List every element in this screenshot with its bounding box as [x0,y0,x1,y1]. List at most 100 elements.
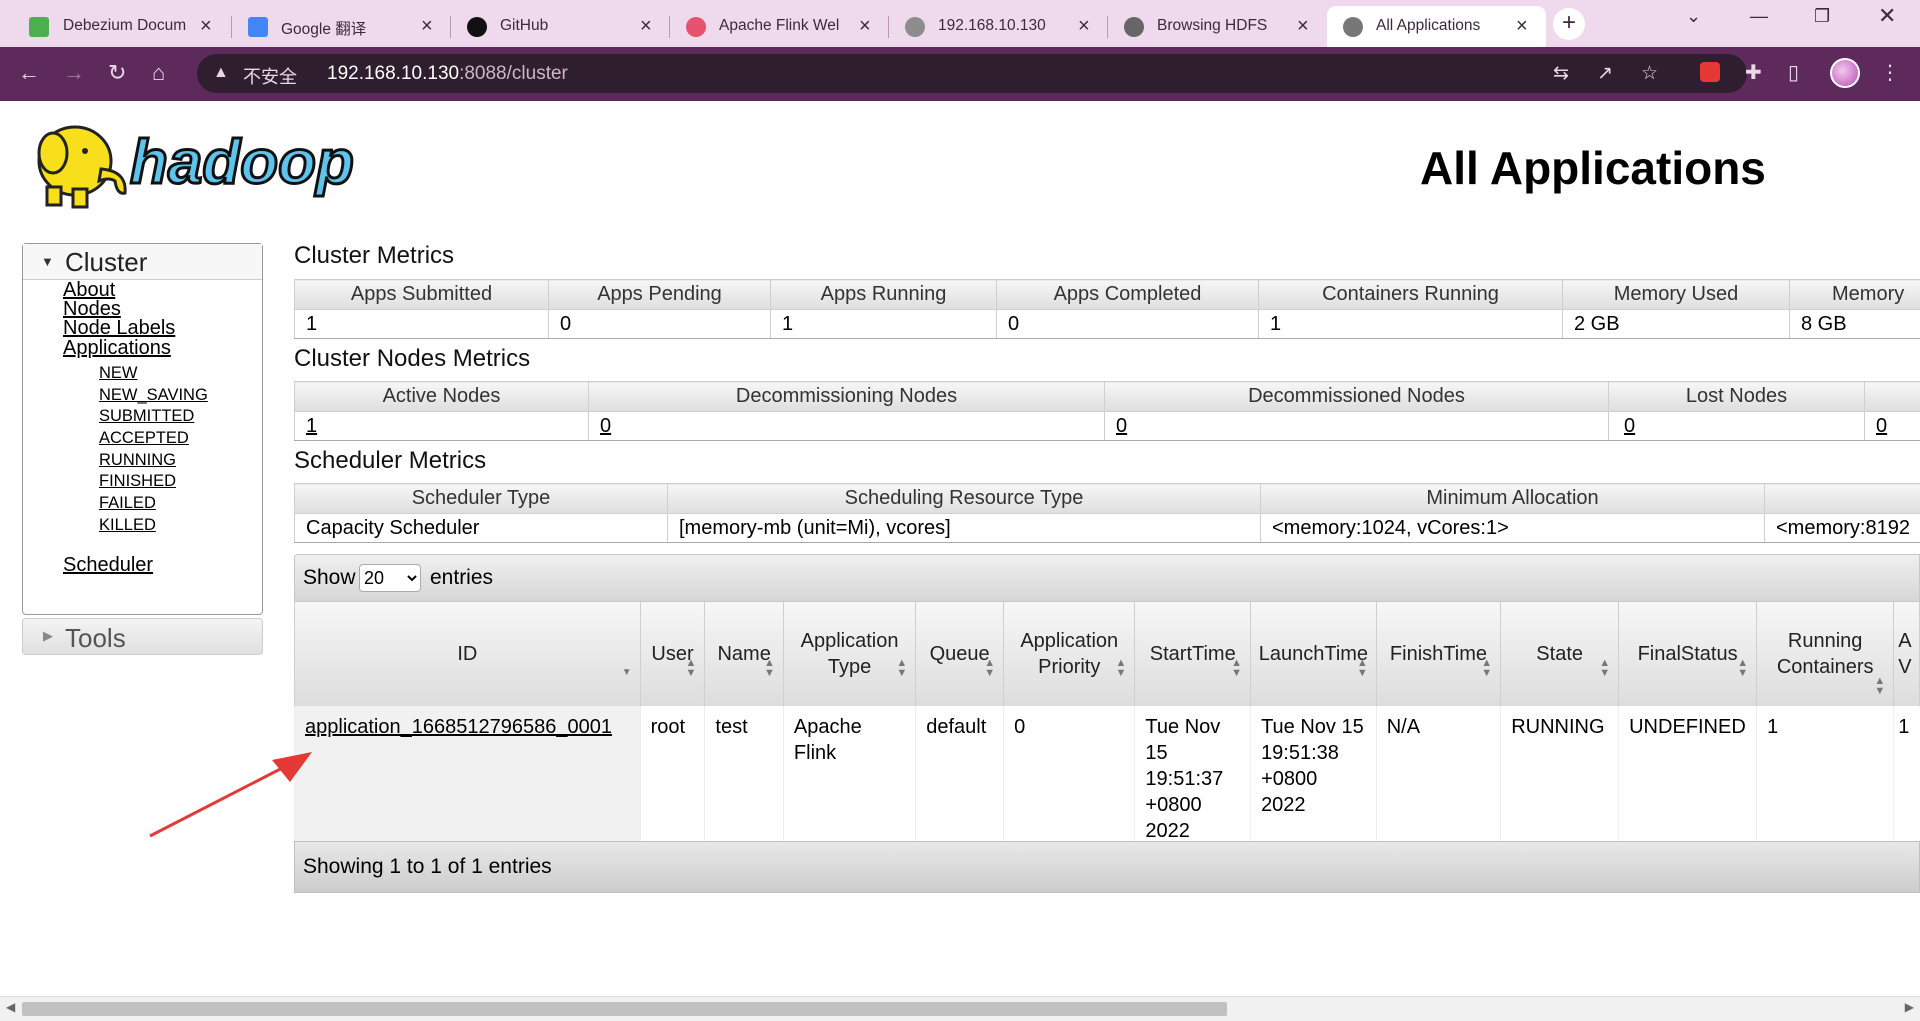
tools-nav-label: Tools [65,623,126,653]
active-nodes-link[interactable]: 1 [294,411,589,441]
metric-header: M [1764,483,1920,514]
page-title: All Applications [1420,142,1766,194]
sort-icon: ▲ ▼ [764,657,775,679]
close-icon[interactable]: × [200,16,212,36]
table-cell: 0 [1003,706,1135,852]
tab-google-translate[interactable]: Google 翻译 × [232,6,451,47]
column-finalstatus[interactable]: FinalStatus ▲ ▼ [1618,602,1758,706]
metric-header: Decommissioning Nodes [588,381,1105,412]
column-label: LaunchTime [1258,643,1369,665]
warning-icon[interactable]: ▲ [213,64,229,82]
nav-state-running[interactable]: RUNNING [99,451,176,470]
column-label: Application Type [800,630,899,678]
nav-scheduler[interactable]: Scheduler [63,554,153,577]
metric-value: 1 [1258,309,1563,339]
tab-flink[interactable]: Apache Flink Wel × [670,6,889,47]
metric-value: 0 [996,309,1259,339]
close-icon[interactable]: × [1297,16,1309,36]
share-icon[interactable]: ↗ [1597,62,1613,85]
scroll-left-icon[interactable]: ◀ [6,1000,15,1014]
column-name[interactable]: Name ▲ ▼ [704,602,784,706]
metric-header: Active Nodes [294,381,589,412]
table-cell: 1 [1756,706,1894,852]
column-queue[interactable]: Queue ▲ ▼ [915,602,1005,706]
forward-icon[interactable]: → [63,60,85,86]
nav-state-failed[interactable]: FAILED [99,494,156,513]
cluster-nav-header[interactable]: ▼ Cluster [23,244,262,280]
close-icon[interactable]: × [859,16,871,36]
tab-hadoop-ip[interactable]: 192.168.10.130 × [889,6,1108,47]
lost-nodes-link[interactable]: 0 [1608,411,1865,441]
nav-state-accepted[interactable]: ACCEPTED [99,429,189,448]
table-cell: Tue Nov 15 19:51:38 +0800 2022 [1250,706,1377,852]
scroll-right-icon[interactable]: ▶ [1905,1000,1914,1014]
column-starttime[interactable]: StartTime ▲ ▼ [1134,602,1252,706]
address-bar[interactable]: ▲ 不安全 192.168.10.130:8088/cluster ⇆ ↗ ☆ [197,54,1747,93]
tab-title: Apache Flink Wel [719,17,840,34]
back-icon[interactable]: ← [18,60,40,86]
entries-label: entries [430,566,494,589]
extension-icon[interactable] [1700,62,1720,82]
tab-title: 192.168.10.130 [938,17,1046,34]
nav-state-killed[interactable]: KILLED [99,516,156,535]
minimize-icon[interactable]: — [1750,6,1768,27]
puzzle-icon[interactable]: ✚ [1745,60,1762,85]
close-icon[interactable]: × [1516,16,1528,36]
scrollbar-thumb[interactable] [22,1002,1227,1016]
translate-icon[interactable]: ⇆ [1553,62,1569,85]
column-finishtime[interactable]: FinishTime ▲ ▼ [1375,602,1502,706]
apps-table-footer: Showing 1 to 1 of 1 entries [294,841,1920,893]
close-window-icon[interactable]: ✕ [1878,3,1896,29]
nav-state-new-saving[interactable]: NEW_SAVING [99,386,208,405]
column-label: Application Priority [1020,630,1119,678]
cluster-metrics-title: Cluster Metrics [294,242,455,269]
side-panel-icon[interactable]: ▯ [1788,60,1799,85]
table-cell: Apache Flink [782,706,916,852]
column-label: Queue [929,643,990,665]
column-label: ID [457,643,478,665]
close-icon[interactable]: × [1078,16,1090,36]
page-size-select[interactable]: 20 [359,564,421,592]
sort-icon: ▲ ▼ [685,657,697,679]
new-tab-button[interactable]: + [1553,8,1585,40]
url-text[interactable]: 192.168.10.130:8088/cluster [327,63,568,85]
nav-state-submitted[interactable]: SUBMITTED [99,407,194,426]
column-application-priority[interactable]: Application Priority ▲ ▼ [1003,602,1136,706]
menu-icon[interactable]: ⋮ [1880,60,1900,85]
column-label: A V [1898,630,1912,678]
horizontal-scrollbar[interactable]: ◀ ▶ [0,996,1920,1021]
nav-applications[interactable]: Applications [63,337,171,360]
column-running-containers[interactable]: Running Containers ▲ ▼ [1756,602,1895,706]
tab-debezium[interactable]: Debezium Docum × [0,6,232,47]
nav-state-finished[interactable]: FINISHED [99,472,176,491]
tab-github[interactable]: GitHub × [451,6,670,47]
tools-nav-header[interactable]: ▶ Tools [22,618,263,655]
column-user[interactable]: User ▲ ▼ [639,602,706,706]
app-id-link[interactable]: application_1668512796586_0001 [305,716,612,738]
avatar[interactable] [1830,58,1860,88]
column-application-type[interactable]: Application Type ▲ ▼ [782,602,917,706]
maximize-icon[interactable]: ❐ [1814,6,1830,27]
nav-state-new[interactable]: NEW [99,364,138,383]
home-icon[interactable]: ⌂ [152,60,165,86]
column-state[interactable]: State ▲ ▼ [1500,602,1620,706]
column-id[interactable]: ID ▼ [294,602,641,706]
column-label: State [1536,643,1583,665]
unhealthy-nodes-link[interactable]: 0 [1864,411,1920,441]
table-cell: default [915,706,1004,852]
metric-value: 1 [770,309,997,339]
close-icon[interactable]: × [640,16,652,36]
decommissioned-nodes-link[interactable]: 0 [1104,411,1609,441]
security-label[interactable]: 不安全 [243,63,297,89]
column-allocated-vcores[interactable]: A V [1893,602,1920,706]
tab-search-icon[interactable]: ⌄ [1686,6,1701,27]
close-icon[interactable]: × [421,16,433,36]
column-launchtime[interactable]: LaunchTime ▲ ▼ [1250,602,1377,706]
hadoop-icon [905,17,925,37]
star-icon[interactable]: ☆ [1641,62,1658,85]
flink-icon [686,17,706,37]
reload-icon[interactable]: ↻ [108,60,126,86]
tab-all-applications[interactable]: All Applications × [1327,6,1546,47]
decommissioning-nodes-link[interactable]: 0 [588,411,1105,441]
tab-browsing-hdfs[interactable]: Browsing HDFS × [1108,6,1327,47]
